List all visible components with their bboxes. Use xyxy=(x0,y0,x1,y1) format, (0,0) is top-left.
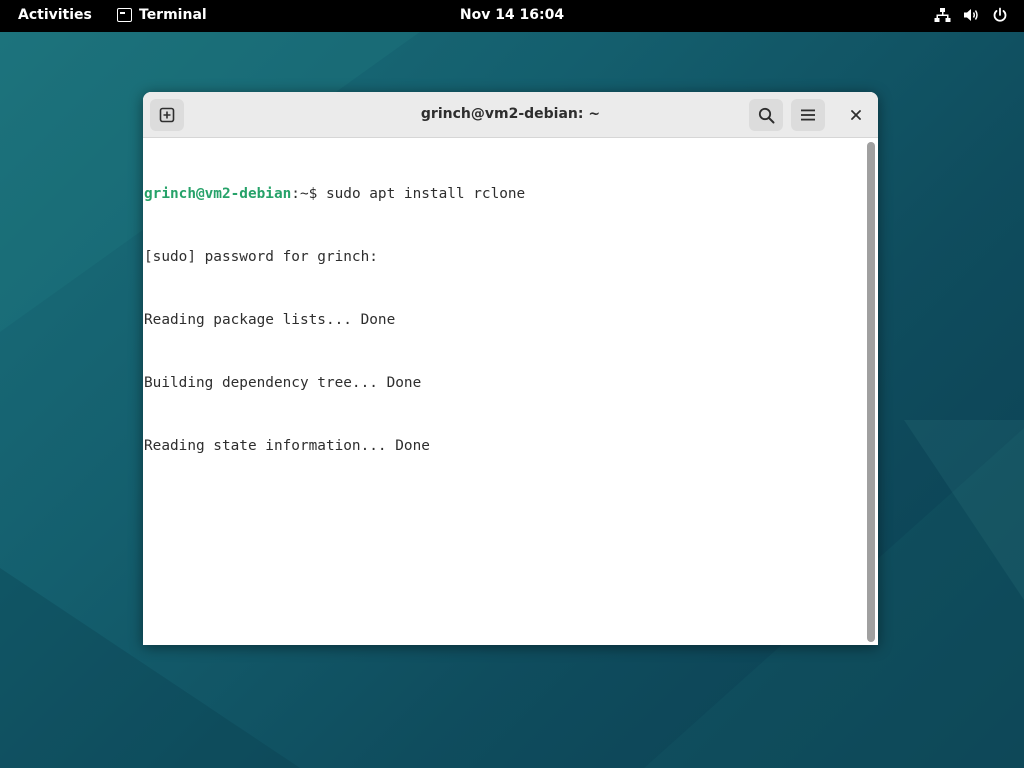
main-menu-button[interactable] xyxy=(791,99,825,131)
clock-button[interactable]: Nov 14 16:04 xyxy=(460,7,564,23)
prompt-path: :~ xyxy=(291,186,309,202)
app-menu-label: Terminal xyxy=(139,7,207,23)
terminal-app-icon xyxy=(117,8,132,22)
prompt-user-host: grinch@vm2-debian xyxy=(144,186,292,202)
top-bar: Activities Terminal Nov 14 16:04 xyxy=(0,0,1024,32)
volume-icon[interactable] xyxy=(963,7,980,23)
wallpaper-facet xyxy=(904,420,1024,600)
terminal-output-line: Reading package lists... Done xyxy=(144,312,396,328)
terminal-output-line: Building dependency tree... Done xyxy=(144,375,422,391)
terminal-output-line: Reading state information... Done xyxy=(144,438,430,454)
search-button[interactable] xyxy=(749,99,783,131)
window-headerbar[interactable]: grinch@vm2-debian: ~ xyxy=(143,92,878,138)
terminal-output-line: [sudo] password for grinch: xyxy=(144,249,378,265)
hamburger-menu-icon xyxy=(801,109,815,121)
terminal-content[interactable]: grinch@vm2-debian:~$ sudo apt install rc… xyxy=(143,139,865,645)
terminal-prompt-line: grinch@vm2-debian:~$ sudo apt install rc… xyxy=(144,184,865,205)
search-icon xyxy=(758,107,774,123)
network-icon[interactable] xyxy=(934,7,951,23)
prompt-symbol: $ xyxy=(308,186,326,202)
power-icon[interactable] xyxy=(992,7,1008,23)
system-tray[interactable] xyxy=(934,7,1008,23)
terminal-command: sudo apt install rclone xyxy=(325,186,526,202)
new-tab-icon xyxy=(159,107,175,123)
activities-button[interactable]: Activities xyxy=(18,7,92,23)
close-button[interactable] xyxy=(842,101,870,129)
terminal-scrollbar[interactable] xyxy=(867,142,875,642)
new-tab-button[interactable] xyxy=(150,99,184,131)
window-title: grinch@vm2-debian: ~ xyxy=(420,106,601,122)
close-icon xyxy=(851,110,861,120)
terminal-window: grinch@vm2-debian: ~ grinch@vm2-debian:~… xyxy=(143,92,878,645)
app-menu-button[interactable]: Terminal xyxy=(117,7,207,23)
